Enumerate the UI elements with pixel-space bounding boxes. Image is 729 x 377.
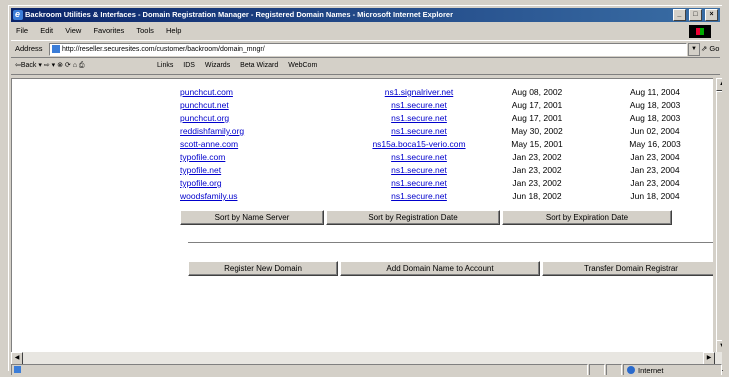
go-label: Go — [709, 44, 720, 53]
address-label: Address — [15, 44, 43, 53]
table-row: punchcut.com ns1.signalriver.net Aug 08,… — [12, 86, 713, 98]
name-server-link[interactable]: ns1.secure.net — [364, 112, 474, 124]
domain-name-link[interactable]: scott-anne.com — [180, 138, 238, 150]
page-icon — [52, 45, 60, 53]
register-new-domain-button[interactable]: Register New Domain — [188, 261, 338, 276]
table-row: reddishfamily.org ns1.secure.net May 30,… — [12, 125, 713, 137]
window-title: Backroom Utilities & Interfaces - Domain… — [25, 10, 454, 19]
domain-name-link[interactable]: punchcut.net — [180, 99, 229, 111]
windows-logo-icon — [689, 25, 711, 38]
registration-date: Jan 23, 2002 — [512, 152, 562, 162]
browser-window: Backroom Utilities & Interfaces - Domain… — [8, 5, 728, 375]
menu-tools[interactable]: Tools — [136, 26, 154, 35]
domain-name-link[interactable]: woodsfamily.us — [180, 190, 237, 202]
name-server-link[interactable]: ns1.secure.net — [364, 164, 474, 176]
menu-help[interactable]: Help — [166, 26, 181, 35]
table-row: typofile.net ns1.secure.net Jan 23, 2002… — [12, 164, 713, 176]
navigation-buttons[interactable]: ⇦Back ▾ ⇨ ▾ ⊗ ⟳ ⌂ ⎙ — [15, 62, 85, 69]
expiration-date: Jan 23, 2004 — [630, 152, 680, 162]
domain-name-link[interactable]: reddishfamily.org — [180, 125, 244, 137]
sort-by-name-server-button[interactable]: Sort by Name Server — [180, 210, 324, 225]
window-controls: _ □ × — [672, 9, 718, 21]
menu-favorites[interactable]: Favorites — [93, 26, 124, 35]
links-group: Links IDS Wizards Beta Wizard WebCom — [157, 58, 325, 74]
table-row: typofile.com ns1.secure.net Jan 23, 2002… — [12, 151, 713, 163]
menu-edit[interactable]: Edit — [40, 26, 53, 35]
name-server-link[interactable]: ns1.secure.net — [364, 125, 474, 137]
desktop-edge — [722, 0, 729, 370]
domain-name-link[interactable]: typofile.net — [180, 164, 221, 176]
registration-date: Aug 17, 2001 — [511, 100, 563, 110]
expiration-date: May 16, 2003 — [629, 139, 681, 149]
registration-date: May 30, 2002 — [511, 126, 563, 136]
domain-name-link[interactable]: typofile.com — [180, 151, 225, 163]
zone-label: Internet — [638, 366, 664, 375]
go-button[interactable]: ⇗ Go — [701, 44, 719, 53]
table-row: punchcut.org ns1.secure.net Aug 17, 2001… — [12, 112, 713, 124]
minimize-button[interactable]: _ — [672, 9, 686, 21]
globe-icon — [627, 366, 635, 374]
menu-file[interactable]: File — [16, 26, 28, 35]
name-server-link[interactable]: ns1.signalriver.net — [364, 86, 474, 98]
expiration-date: Jun 02, 2004 — [630, 126, 680, 136]
expiration-date: Jan 23, 2004 — [630, 165, 680, 175]
address-url: http://reseller.securesites.com/customer… — [62, 46, 265, 53]
address-input[interactable]: http://reseller.securesites.com/customer… — [49, 43, 687, 56]
link-beta-wizard[interactable]: Beta Wizard — [240, 62, 278, 69]
registration-date: Aug 17, 2001 — [511, 113, 563, 123]
address-bar: Address http://reseller.securesites.com/… — [11, 40, 720, 58]
expiration-date: Aug 11, 2004 — [630, 87, 680, 97]
table-row: typofile.org ns1.secure.net Jan 23, 2002… — [12, 177, 713, 189]
name-server-link[interactable]: ns1.secure.net — [364, 177, 474, 189]
expiration-date: Jun 18, 2004 — [630, 191, 680, 201]
registration-date: Aug 08, 2002 — [511, 87, 563, 97]
name-server-link[interactable]: ns1.secure.net — [364, 190, 474, 202]
table-row: scott-anne.com ns15a.boca15-verio.com Ma… — [12, 138, 713, 150]
divider — [188, 242, 713, 244]
link-ids[interactable]: IDS — [183, 62, 195, 69]
expiration-date: Jan 23, 2004 — [630, 178, 680, 188]
menu-view[interactable]: View — [65, 26, 81, 35]
expiration-date: Aug 18, 2003 — [629, 113, 681, 123]
links-label: Links — [157, 62, 174, 69]
sort-by-registration-date-button[interactable]: Sort by Registration Date — [326, 210, 500, 225]
registration-date: May 15, 2001 — [511, 139, 563, 149]
registration-date: Jan 23, 2002 — [512, 165, 562, 175]
name-server-link[interactable]: ns1.secure.net — [364, 99, 474, 111]
menu-bar: File Edit View Favorites Tools Help — [11, 24, 720, 38]
link-webcom[interactable]: WebCom — [288, 62, 317, 69]
title-bar[interactable]: Backroom Utilities & Interfaces - Domain… — [11, 7, 720, 22]
sort-by-expiration-date-button[interactable]: Sort by Expiration Date — [502, 210, 672, 225]
link-wizards[interactable]: Wizards — [205, 62, 230, 69]
links-toolbar: ⇦Back ▾ ⇨ ▾ ⊗ ⟳ ⌂ ⎙ Links IDS Wizards Be… — [11, 58, 720, 75]
domain-name-link[interactable]: punchcut.com — [180, 86, 233, 98]
ie-icon — [13, 7, 23, 21]
domain-name-link[interactable]: punchcut.org — [180, 112, 229, 124]
registration-date: Jan 23, 2002 — [512, 178, 562, 188]
add-domain-name-button[interactable]: Add Domain Name to Account — [340, 261, 540, 276]
horizontal-scrollbar[interactable]: ◀ ▶ — [11, 352, 727, 365]
address-dropdown-icon[interactable]: ▼ — [688, 43, 700, 56]
transfer-domain-registrar-button[interactable]: Transfer Domain Registrar — [542, 261, 713, 276]
table-row: woodsfamily.us ns1.secure.net Jun 18, 20… — [12, 190, 713, 202]
registration-date: Jun 18, 2002 — [512, 191, 562, 201]
domain-name-link[interactable]: typofile.org — [180, 177, 222, 189]
table-row: punchcut.net ns1.secure.net Aug 17, 2001… — [12, 99, 713, 111]
name-server-link[interactable]: ns1.secure.net — [364, 151, 474, 163]
page-content: punchcut.com ns1.signalriver.net Aug 08,… — [11, 78, 713, 352]
name-server-link[interactable]: ns15a.boca15-verio.com — [364, 138, 474, 150]
maximize-button[interactable]: □ — [688, 9, 702, 21]
status-bar: Internet — [11, 364, 722, 376]
close-button[interactable]: × — [705, 9, 718, 21]
expiration-date: Aug 18, 2003 — [629, 100, 681, 110]
